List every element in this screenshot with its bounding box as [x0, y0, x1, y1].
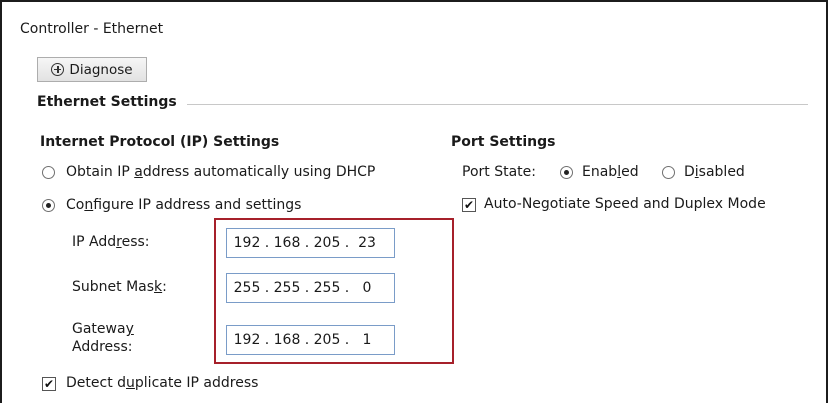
port-disabled-label[interactable]: Disabled: [684, 164, 745, 180]
port-state-label: Port State:: [462, 164, 536, 180]
port-settings-title: Port Settings: [451, 134, 556, 150]
diagnose-button-label: Diagnose: [69, 61, 133, 78]
auto-negotiate-checkbox[interactable]: ✔: [462, 198, 476, 212]
port-disabled-radio[interactable]: [662, 166, 675, 179]
ip-address-label: IP Address:: [72, 234, 150, 250]
window-title: Controller - Ethernet: [20, 21, 164, 37]
auto-negotiate-label[interactable]: Auto-Negotiate Speed and Duplex Mode: [484, 196, 766, 212]
port-enabled-radio[interactable]: [560, 166, 573, 179]
highlight-annotation: [214, 218, 454, 364]
diagnose-button[interactable]: Diagnose: [37, 57, 147, 82]
checkmark-icon: ✔: [463, 198, 475, 212]
subnet-mask-label: Subnet Mask:: [72, 279, 167, 295]
group-divider: [187, 104, 808, 105]
ethernet-settings-title: Ethernet Settings: [37, 94, 177, 110]
detect-duplicate-checkbox[interactable]: ✔: [42, 377, 56, 391]
port-enabled-label[interactable]: Enabled: [582, 164, 639, 180]
configure-ip-radio[interactable]: [42, 199, 55, 212]
crosshair-circle-icon: [51, 63, 65, 76]
detect-duplicate-label[interactable]: Detect duplicate IP address: [66, 375, 258, 391]
dhcp-option-label[interactable]: Obtain IP address automatically using DH…: [66, 164, 375, 180]
checkmark-icon: ✔: [43, 377, 55, 391]
configure-ip-option-label[interactable]: Configure IP address and settings: [66, 197, 301, 213]
gateway-label-line2: Address:: [72, 339, 133, 355]
ip-settings-title: Internet Protocol (IP) Settings: [40, 134, 280, 150]
dhcp-radio[interactable]: [42, 166, 55, 179]
gateway-label-line1: Gateway: [72, 321, 134, 337]
